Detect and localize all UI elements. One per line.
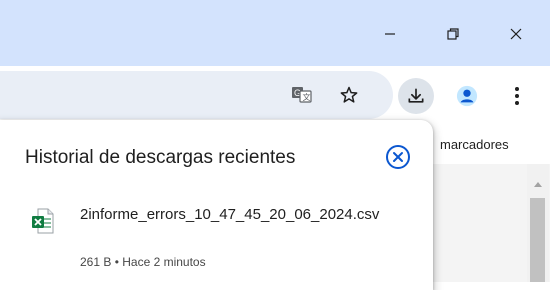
profile-icon	[456, 85, 478, 107]
translate-icon: G 文	[292, 87, 312, 103]
minimize-button[interactable]	[367, 14, 413, 54]
download-icon	[408, 88, 424, 103]
download-meta: 261 B • Hace 2 minutos	[80, 255, 206, 269]
close-window-button[interactable]	[493, 14, 539, 54]
profile-button[interactable]	[449, 78, 485, 114]
downloads-button[interactable]	[398, 78, 434, 114]
vertical-scrollbar[interactable]	[527, 164, 549, 282]
restore-icon	[447, 28, 459, 40]
bookmarks-folder-label[interactable]: marcadores	[440, 137, 509, 152]
close-icon	[510, 28, 522, 40]
kebab-menu-icon	[515, 87, 519, 105]
downloads-bubble-close-button[interactable]	[381, 140, 415, 174]
scrollbar-thumb[interactable]	[530, 198, 545, 282]
chrome-menu-button[interactable]	[499, 78, 535, 114]
excel-file-icon	[32, 208, 54, 234]
restore-button[interactable]	[430, 14, 476, 54]
bookmark-star-button[interactable]	[334, 80, 364, 110]
translate-button[interactable]: G 文	[287, 80, 317, 110]
star-icon	[340, 86, 358, 103]
close-circle-icon	[386, 145, 410, 169]
browser-toolbar: G 文	[0, 66, 550, 126]
download-item[interactable]: 2informe_errors_10_47_45_20_06_2024.csv …	[0, 194, 433, 284]
scroll-up-arrow-icon[interactable]	[534, 182, 542, 187]
downloads-bubble: Historial de descargas recientes 2inform…	[0, 120, 433, 290]
minimize-icon	[385, 33, 395, 35]
svg-text:文: 文	[303, 92, 311, 102]
download-filename[interactable]: 2informe_errors_10_47_45_20_06_2024.csv	[80, 203, 420, 227]
window-titlebar	[0, 0, 550, 66]
downloads-bubble-title: Historial de descargas recientes	[25, 147, 296, 168]
address-bar[interactable]: G 文	[0, 71, 393, 119]
